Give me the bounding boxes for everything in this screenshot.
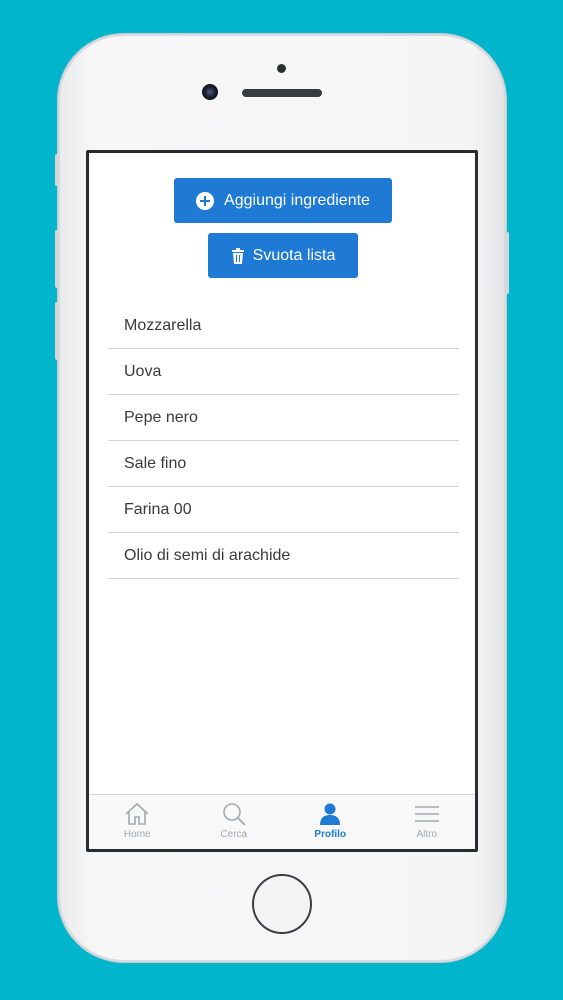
power-button: [505, 232, 509, 294]
user-icon: [320, 803, 341, 825]
tab-profile[interactable]: Profilo: [282, 795, 379, 849]
volume-up-button: [55, 230, 59, 288]
tab-search-label: Cerca: [220, 829, 248, 840]
tab-profile-label: Profilo: [314, 829, 347, 840]
list-item[interactable]: Pepe nero: [108, 395, 459, 441]
tab-home-label: Home: [123, 829, 151, 840]
menu-icon: [414, 806, 439, 822]
ingredient-list: Mozzarella Uova Pepe nero Sale fino Fari…: [108, 303, 459, 579]
proximity-sensor: [277, 64, 286, 73]
plus-circle-icon: [196, 191, 215, 210]
tab-bar: Home Cerca Profilo Altro: [89, 794, 475, 849]
tab-search[interactable]: Cerca: [186, 795, 283, 849]
search-icon: [222, 803, 246, 826]
list-item[interactable]: Sale fino: [108, 441, 459, 487]
earpiece-speaker: [242, 89, 322, 97]
add-ingredient-button[interactable]: Aggiungi ingrediente: [174, 178, 392, 223]
tab-home[interactable]: Home: [89, 795, 186, 849]
home-icon: [125, 802, 149, 825]
list-item[interactable]: Uova: [108, 349, 459, 395]
phone-frame: Aggiungi ingrediente Svuota lista Mozzar…: [55, 34, 509, 962]
list-item[interactable]: Mozzarella: [108, 303, 459, 349]
front-camera: [202, 84, 218, 100]
clear-list-button[interactable]: Svuota lista: [208, 233, 358, 278]
screen-bezel: Aggiungi ingrediente Svuota lista Mozzar…: [86, 150, 478, 852]
trash-icon: [231, 247, 245, 264]
volume-down-button: [55, 302, 59, 360]
mute-switch: [55, 154, 59, 186]
list-item[interactable]: Farina 00: [108, 487, 459, 533]
tab-more[interactable]: Altro: [379, 795, 476, 849]
list-item[interactable]: Olio di semi di arachide: [108, 533, 459, 579]
tab-more-label: Altro: [416, 829, 438, 840]
home-button[interactable]: [252, 874, 312, 934]
clear-list-label: Svuota lista: [252, 246, 336, 264]
app-screen: Aggiungi ingrediente Svuota lista Mozzar…: [89, 153, 475, 849]
add-ingredient-label: Aggiungi ingrediente: [224, 191, 370, 209]
